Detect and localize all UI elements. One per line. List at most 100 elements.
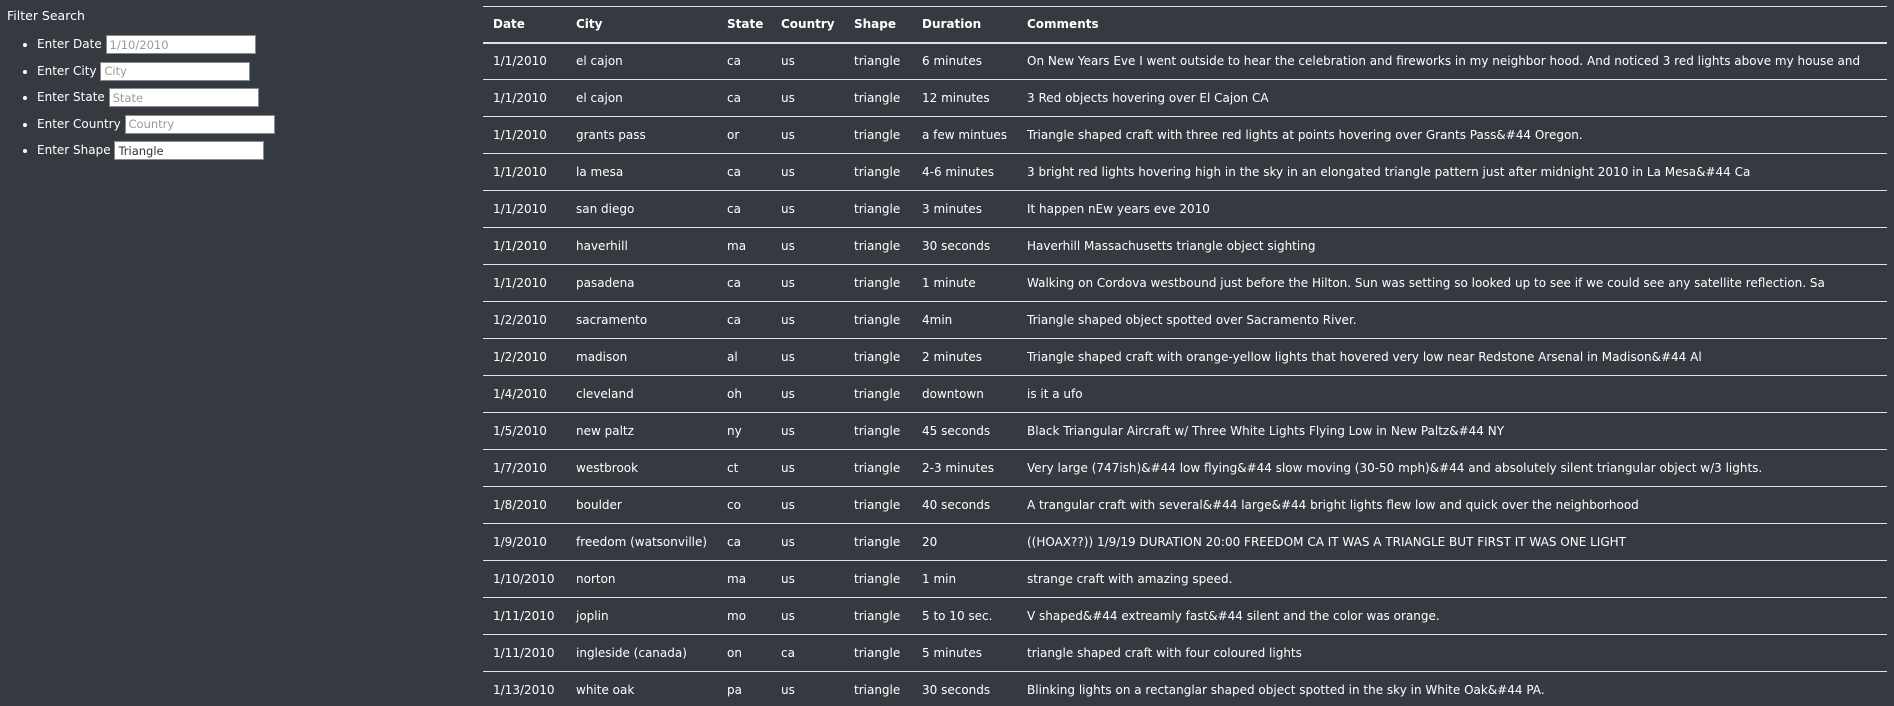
cell-duration: 1 minute bbox=[912, 264, 1017, 302]
table-row: 1/11/2010 ingleside (canada) on ca triangle 5… bbox=[483, 634, 1887, 672]
cell-state: ca bbox=[717, 153, 771, 191]
cell-city: grants pass bbox=[566, 116, 717, 154]
cell-country: us bbox=[771, 116, 844, 154]
header-country: Country bbox=[771, 6, 844, 44]
table-row: 1/2/2010 sacramento ca us triangle 4min Triang… bbox=[483, 301, 1887, 339]
date-input[interactable] bbox=[105, 35, 256, 54]
cell-country: us bbox=[771, 338, 844, 376]
table-row: 1/8/2010 boulder co us triangle 40 seconds A t… bbox=[483, 486, 1887, 524]
table-row: 1/1/2010 el cajon ca us triangle 6 minutes On … bbox=[483, 42, 1887, 80]
cell-date: 1/1/2010 bbox=[483, 227, 566, 265]
cell-date: 1/11/2010 bbox=[483, 597, 566, 635]
cell-state: ca bbox=[717, 42, 771, 80]
cell-shape: triangle bbox=[844, 338, 912, 376]
table-row: 1/1/2010 la mesa ca us triangle 4-6 minutes 3 … bbox=[483, 153, 1887, 191]
cell-shape: triangle bbox=[844, 153, 912, 191]
cell-country: us bbox=[771, 486, 844, 524]
filter-list: Enter Date Enter City Enter State Enter … bbox=[7, 34, 477, 167]
cell-comments: Haverhill Massachusetts triangle object … bbox=[1017, 227, 1887, 265]
cell-state: co bbox=[717, 486, 771, 524]
table-row: 1/9/2010 freedom (watsonville) ca us triangl… bbox=[483, 523, 1887, 561]
filter-item-date: Enter Date bbox=[37, 34, 477, 61]
cell-date: 1/2/2010 bbox=[483, 338, 566, 376]
cell-comments: ((HOAX??)) 1/9/19 DURATION 20:00 FREEDOM… bbox=[1017, 523, 1887, 561]
cell-country: us bbox=[771, 190, 844, 228]
cell-city: madison bbox=[566, 338, 717, 376]
cell-state: ca bbox=[717, 79, 771, 117]
cell-city: westbrook bbox=[566, 449, 717, 487]
table-row: 1/5/2010 new paltz ny us triangle 45 seconds B… bbox=[483, 412, 1887, 450]
cell-duration: 4-6 minutes bbox=[912, 153, 1017, 191]
cell-state: ma bbox=[717, 227, 771, 265]
filter-item-country: Enter Country bbox=[37, 114, 477, 141]
cell-comments: Walking on Cordova westbound just before… bbox=[1017, 264, 1887, 302]
cell-state: ca bbox=[717, 190, 771, 228]
table-row: 1/7/2010 westbrook ct us triangle 2-3 minutes… bbox=[483, 449, 1887, 487]
filter-label-state: Enter State bbox=[37, 90, 105, 104]
cell-city: norton bbox=[566, 560, 717, 598]
header-duration: Duration bbox=[912, 6, 1017, 44]
cell-country: us bbox=[771, 301, 844, 339]
cell-city: new paltz bbox=[566, 412, 717, 450]
cell-duration: 4min bbox=[912, 301, 1017, 339]
cell-duration: 30 seconds bbox=[912, 671, 1017, 706]
cell-comments: On New Years Eve I went outside to hear … bbox=[1017, 42, 1887, 80]
cell-city: cleveland bbox=[566, 375, 717, 413]
city-input[interactable] bbox=[100, 61, 251, 81]
cell-city: la mesa bbox=[566, 153, 717, 191]
state-input[interactable] bbox=[108, 88, 259, 107]
cell-date: 1/1/2010 bbox=[483, 153, 566, 191]
table-row: 1/11/2010 joplin mo us triangle 5 to 10 sec. V… bbox=[483, 597, 1887, 635]
cell-date: 1/1/2010 bbox=[483, 42, 566, 80]
cell-date: 1/1/2010 bbox=[483, 264, 566, 302]
cell-state: ct bbox=[717, 449, 771, 487]
cell-date: 1/1/2010 bbox=[483, 79, 566, 117]
cell-duration: 45 seconds bbox=[912, 412, 1017, 450]
cell-comments: Triangle shaped craft with three red lig… bbox=[1017, 116, 1887, 154]
table-header-row: Date City State Country Shape Duration C… bbox=[483, 6, 1887, 44]
cell-comments: 3 bright red lights hovering high in the… bbox=[1017, 153, 1887, 191]
header-shape: Shape bbox=[844, 6, 912, 44]
cell-duration: a few mintues bbox=[912, 116, 1017, 154]
table-body: 1/1/2010 el cajon ca us triangle 6 minutes On … bbox=[483, 42, 1887, 706]
cell-duration: 3 minutes bbox=[912, 190, 1017, 228]
cell-duration: 2-3 minutes bbox=[912, 449, 1017, 487]
cell-date: 1/13/2010 bbox=[483, 671, 566, 706]
cell-date: 1/1/2010 bbox=[483, 190, 566, 228]
cell-date: 1/4/2010 bbox=[483, 375, 566, 413]
table-row: 1/4/2010 cleveland oh us triangle downtown is … bbox=[483, 375, 1887, 413]
cell-city: haverhill bbox=[566, 227, 717, 265]
shape-input[interactable] bbox=[114, 141, 265, 160]
cell-state: al bbox=[717, 338, 771, 376]
cell-date: 1/11/2010 bbox=[483, 634, 566, 672]
cell-shape: triangle bbox=[844, 42, 912, 80]
filter-label-date: Enter Date bbox=[37, 37, 102, 51]
table-row: 1/2/2010 madison al us triangle 2 minutes Tria… bbox=[483, 338, 1887, 376]
cell-comments: Black Triangular Aircraft w/ Three White… bbox=[1017, 412, 1887, 450]
cell-duration: 30 seconds bbox=[912, 227, 1017, 265]
table-row: 1/1/2010 grants pass or us triangle a few min… bbox=[483, 116, 1887, 154]
cell-country: us bbox=[771, 264, 844, 302]
cell-city: white oak bbox=[566, 671, 717, 706]
cell-comments: A trangular craft with several&#44 large… bbox=[1017, 486, 1887, 524]
cell-shape: triangle bbox=[844, 79, 912, 117]
cell-shape: triangle bbox=[844, 412, 912, 450]
cell-duration: 2 minutes bbox=[912, 338, 1017, 376]
cell-state: ma bbox=[717, 560, 771, 598]
cell-comments: strange craft with amazing speed. bbox=[1017, 560, 1887, 598]
cell-city: el cajon bbox=[566, 42, 717, 80]
cell-state: pa bbox=[717, 671, 771, 706]
cell-date: 1/7/2010 bbox=[483, 449, 566, 487]
table-row: 1/1/2010 san diego ca us triangle 3 minutes It… bbox=[483, 190, 1887, 228]
cell-country: us bbox=[771, 412, 844, 450]
filter-label-city: Enter City bbox=[37, 63, 97, 78]
cell-state: ny bbox=[717, 412, 771, 450]
filter-label-shape: Enter Shape bbox=[37, 143, 111, 157]
cell-country: us bbox=[771, 153, 844, 191]
cell-state: on bbox=[717, 634, 771, 672]
cell-country: us bbox=[771, 671, 844, 706]
cell-country: us bbox=[771, 523, 844, 561]
cell-date: 1/1/2010 bbox=[483, 116, 566, 154]
filter-item-shape: Enter Shape bbox=[37, 140, 477, 167]
country-input[interactable] bbox=[124, 114, 275, 134]
